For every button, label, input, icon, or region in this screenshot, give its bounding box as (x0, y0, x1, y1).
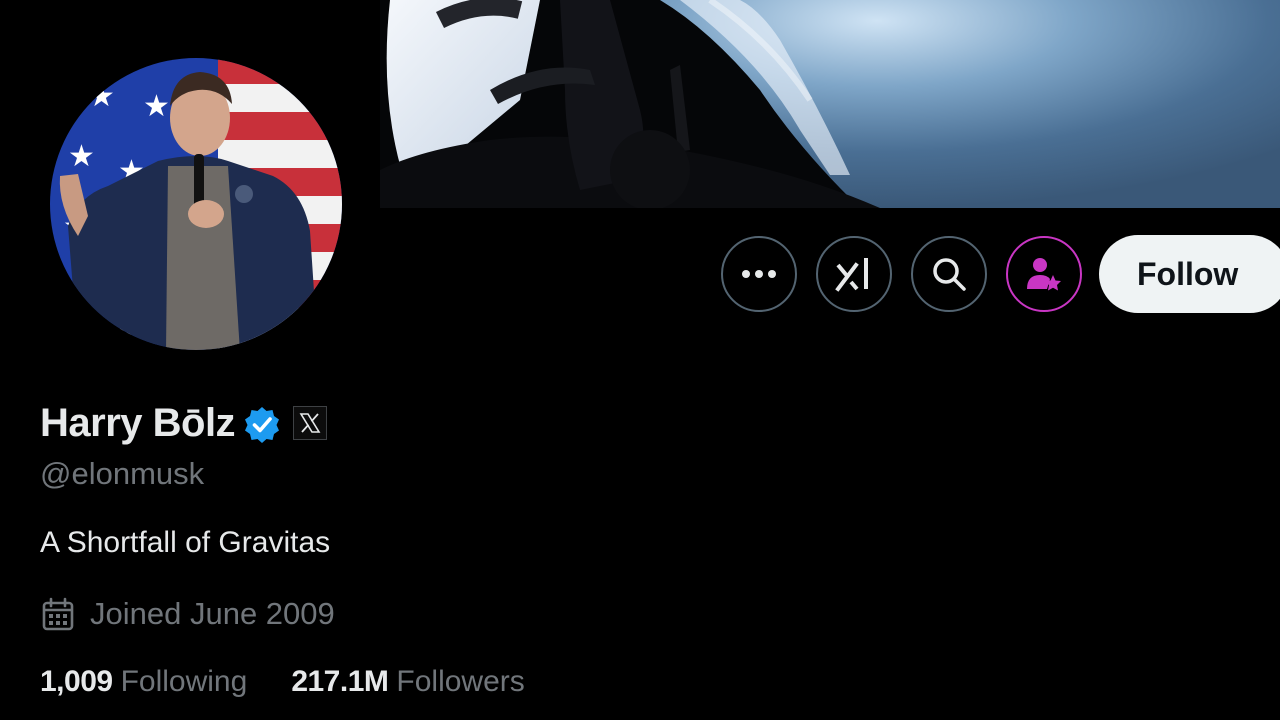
svg-text:★: ★ (143, 89, 170, 124)
profile-name-row: Harry Bōlz (40, 396, 328, 450)
search-profile-button[interactable] (911, 236, 987, 312)
profile-banner-image[interactable] (380, 0, 1280, 208)
followers-link[interactable]: 217.1M Followers (291, 665, 524, 699)
following-label: Following (120, 665, 248, 698)
grok-button[interactable] (816, 236, 892, 312)
search-icon (933, 258, 966, 291)
verified-badge-icon[interactable] (243, 405, 281, 443)
affiliate-badge[interactable] (293, 406, 328, 440)
follow-button[interactable]: Follow (1099, 235, 1280, 313)
profile-avatar[interactable]: ★ ★ ★ ★ ★ ★ ★ (48, 56, 344, 352)
profile-actions: Follow (721, 234, 1280, 314)
x-logo-icon (299, 413, 321, 433)
person-star-icon (1027, 258, 1061, 291)
profile-handle: @elonmusk (40, 456, 205, 491)
joined-date: Joined June 2009 (40, 596, 335, 632)
joined-label: Joined June 2009 (90, 596, 335, 631)
svg-text:★: ★ (68, 139, 95, 174)
svg-text:★: ★ (88, 79, 115, 114)
more-icon (742, 270, 776, 278)
calendar-icon (42, 597, 74, 631)
follow-stats: 1,009 Following 217.1M Followers (40, 665, 569, 699)
profile-page: ★ ★ ★ ★ ★ ★ ★ (0, 0, 1280, 720)
following-link[interactable]: 1,009 Following (40, 665, 247, 699)
xai-icon (835, 258, 868, 292)
followers-label: Followers (396, 665, 525, 698)
more-button[interactable] (721, 236, 797, 312)
followers-count: 217.1M (291, 665, 389, 698)
profile-bio: A Shortfall of Gravitas (40, 526, 331, 559)
subscribe-button[interactable] (1006, 236, 1082, 312)
following-count: 1,009 (40, 665, 113, 698)
display-name: Harry Bōlz (40, 400, 236, 445)
